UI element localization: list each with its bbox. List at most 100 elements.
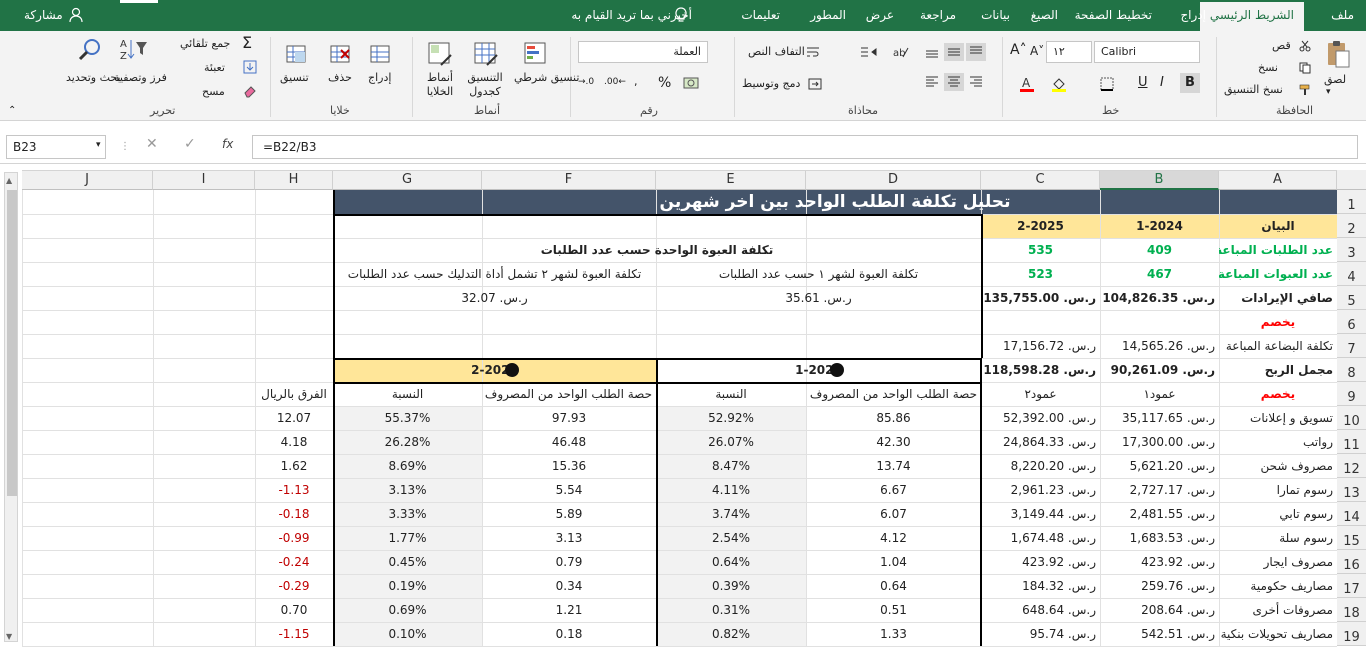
- period-1-value[interactable]: ر.س. 90,261.09: [1100, 359, 1219, 382]
- paste-icon[interactable]: [1322, 37, 1354, 71]
- row-header-15[interactable]: 15: [1337, 526, 1366, 550]
- underline-button[interactable]: U: [1138, 75, 1148, 90]
- pct-2-value[interactable]: 26.28%: [333, 431, 482, 454]
- cancel-icon[interactable]: ✕: [146, 136, 158, 152]
- row-header-12[interactable]: 12: [1337, 454, 1366, 478]
- pct-1-value[interactable]: 52.92%: [656, 407, 806, 430]
- period-2-value[interactable]: ر.س. 2,961.23: [981, 479, 1100, 502]
- pct-2-value[interactable]: 3.13%: [333, 479, 482, 502]
- magnifier-icon[interactable]: [74, 35, 106, 65]
- format-cells-icon[interactable]: [282, 39, 312, 69]
- share-1-value[interactable]: 85.86: [806, 407, 981, 430]
- period-2-value[interactable]: ر.س. 3,149.44: [981, 503, 1100, 526]
- name-box[interactable]: B23: [6, 135, 106, 159]
- pct-2-value[interactable]: 55.37%: [333, 407, 482, 430]
- cost-box-header[interactable]: تكلفة العبوة الواحدة حسب عدد الطلبات: [333, 239, 981, 262]
- percent-style-button[interactable]: %: [658, 75, 671, 91]
- collapse-ribbon-icon[interactable]: ⌃: [8, 105, 16, 116]
- column-header-B[interactable]: B: [1100, 170, 1219, 190]
- tab-file[interactable]: ملف: [1331, 0, 1354, 31]
- share-button[interactable]: مشاركة: [24, 0, 63, 31]
- enter-icon[interactable]: ✓: [184, 136, 196, 152]
- share-2-value[interactable]: 97.93: [482, 407, 656, 430]
- period-1-value[interactable]: 467: [1100, 263, 1219, 286]
- tab-help[interactable]: تعليمات: [741, 0, 780, 31]
- tab-review[interactable]: مراجعة: [920, 0, 956, 31]
- pct-2-value[interactable]: 0.10%: [333, 623, 482, 646]
- cell-styles-button[interactable]: أنماط الخلايا: [422, 71, 458, 99]
- share-1-value[interactable]: 0.64: [806, 575, 981, 598]
- period-1-value[interactable]: ر.س. 35,117.65: [1100, 407, 1219, 430]
- comma-style-icon[interactable]: ,: [634, 75, 638, 88]
- delete-cells-icon[interactable]: [326, 39, 356, 69]
- pct-2-value[interactable]: 3.33%: [333, 503, 482, 526]
- row-label[interactable]: رسوم تابي: [1219, 503, 1337, 526]
- column-header-C[interactable]: C: [981, 170, 1100, 190]
- share-1-value[interactable]: 42.30: [806, 431, 981, 454]
- period-2-value[interactable]: ر.س. 17,156.72: [981, 335, 1100, 358]
- borders-icon[interactable]: [1096, 75, 1118, 93]
- period-1-value[interactable]: ر.س. 14,565.26: [1100, 335, 1219, 358]
- scroll-up-icon[interactable]: ▲: [6, 176, 12, 185]
- row-header-16[interactable]: 16: [1337, 550, 1366, 574]
- share-period-2-header[interactable]: 2-2025: [333, 359, 656, 382]
- share-2-value[interactable]: 0.18: [482, 623, 656, 646]
- row-label[interactable]: عدد العبوات المباعة: [1219, 263, 1337, 286]
- row-header-6[interactable]: 6: [1337, 310, 1366, 334]
- row-label[interactable]: رسوم سلة: [1219, 527, 1337, 550]
- number-format-select[interactable]: العملة: [578, 41, 708, 63]
- pct-1-value[interactable]: 0.64%: [656, 551, 806, 574]
- fill-color-icon[interactable]: [1048, 75, 1070, 93]
- column-header-D[interactable]: D: [806, 170, 981, 190]
- row-label[interactable]: يخصم: [1219, 311, 1337, 334]
- column-header-A[interactable]: A: [1219, 170, 1337, 190]
- sheet-title[interactable]: تحليل تكلفة الطلب الواحد بين اخر شهرين: [333, 191, 1337, 214]
- pct-1-value[interactable]: 2.54%: [656, 527, 806, 550]
- row-label[interactable]: مصروف ايجار: [1219, 551, 1337, 574]
- align-left-icon[interactable]: [922, 73, 942, 91]
- tab-developer[interactable]: المطور: [810, 0, 846, 31]
- row-header-10[interactable]: 10: [1337, 406, 1366, 430]
- period-2-value[interactable]: ر.س. 95.74: [981, 623, 1100, 646]
- autosum-button[interactable]: جمع تلقائي: [180, 37, 230, 50]
- fill-button[interactable]: تعبئة: [204, 61, 225, 74]
- share-2-value[interactable]: 1.21: [482, 599, 656, 622]
- indent-icon[interactable]: [856, 43, 886, 61]
- paste-dropdown-arrow[interactable]: ▾: [1326, 87, 1331, 97]
- scroll-thumb[interactable]: [7, 190, 17, 496]
- share-1-value[interactable]: 1.33: [806, 623, 981, 646]
- pct-1-value[interactable]: 0.82%: [656, 623, 806, 646]
- insert-function-button[interactable]: fx: [222, 137, 233, 151]
- diff-value[interactable]: 12.07: [255, 407, 333, 430]
- worksheet-grid[interactable]: A B C D E F G H I J 1 2 3 4 5 6 7 8 9 10 11 12 13 14 15 16 17 18 19 ت…: [0, 164, 1366, 647]
- period-2-value[interactable]: ر.س. 8,220.20: [981, 455, 1100, 478]
- row-header-4[interactable]: 4: [1337, 262, 1366, 286]
- row-label[interactable]: يخصم: [1219, 383, 1337, 406]
- period-2-value[interactable]: ر.س. 24,864.33: [981, 431, 1100, 454]
- diff-value[interactable]: -1.13: [255, 479, 333, 502]
- increase-decimal-icon[interactable]: .00←: [604, 77, 626, 87]
- share-period-1-header[interactable]: 1-2024: [656, 359, 981, 382]
- tab-view[interactable]: عرض: [866, 0, 894, 31]
- pct-1-value[interactable]: 26.07%: [656, 431, 806, 454]
- pct-1-value[interactable]: 8.47%: [656, 455, 806, 478]
- period-2-value[interactable]: ر.س. 135,755.00: [981, 287, 1100, 310]
- row-header-9[interactable]: 9: [1337, 382, 1366, 406]
- format-as-table-icon[interactable]: [470, 39, 502, 69]
- col-header-diff[interactable]: الفرق بالريال: [255, 383, 333, 406]
- align-top-icon[interactable]: [966, 43, 986, 61]
- row-header-13[interactable]: 13: [1337, 478, 1366, 502]
- copy-button[interactable]: نسخ: [1258, 61, 1278, 74]
- row-label[interactable]: مصاريف تحويلات بنكية: [1219, 623, 1337, 646]
- period-1-value[interactable]: ر.س. 2,727.17: [1100, 479, 1219, 502]
- merge-center-button[interactable]: دمج وتوسيط: [742, 77, 800, 90]
- cost-month-2-value[interactable]: ر.س. 32.07: [333, 287, 656, 310]
- row-header-1[interactable]: 1: [1337, 190, 1366, 214]
- row-label[interactable]: مصروفات أخرى: [1219, 599, 1337, 622]
- share-1-value[interactable]: 13.74: [806, 455, 981, 478]
- share-2-value[interactable]: 15.36: [482, 455, 656, 478]
- column-header-J[interactable]: J: [22, 170, 153, 190]
- diff-value[interactable]: -0.18: [255, 503, 333, 526]
- tab-data[interactable]: بيانات: [981, 0, 1010, 31]
- col-header-share[interactable]: حصة الطلب الواحد من المصروف: [806, 383, 981, 406]
